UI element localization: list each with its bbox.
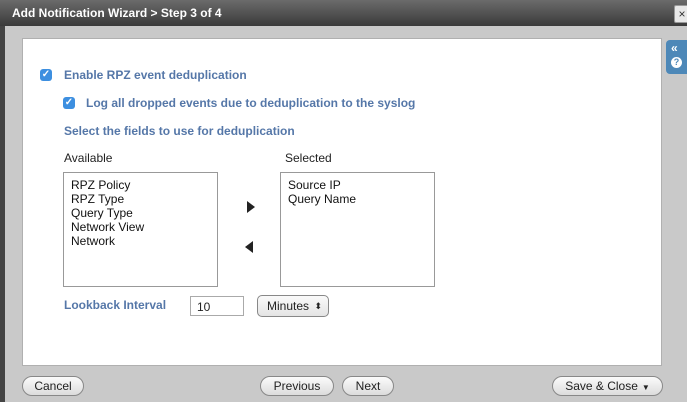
window-titlebar: Add Notification Wizard > Step 3 of 4	[0, 0, 687, 26]
list-item[interactable]: Query Type	[71, 206, 217, 220]
move-right-icon[interactable]	[247, 201, 255, 213]
list-item[interactable]: Query Name	[288, 192, 434, 206]
save-close-button[interactable]: Save & Close ▼	[552, 376, 663, 396]
window-title: Add Notification Wizard > Step 3 of 4	[12, 6, 222, 20]
list-item[interactable]: RPZ Type	[71, 192, 217, 206]
lookback-unit-value: Minutes	[267, 299, 310, 313]
move-left-icon[interactable]	[245, 241, 253, 253]
side-panel-toggle[interactable]: « ?	[666, 40, 687, 74]
next-button[interactable]: Next	[342, 376, 394, 396]
left-edge	[0, 26, 5, 402]
fields-heading: Select the fields to use for deduplicati…	[64, 124, 295, 138]
select-caret-icon: ⬍	[314, 301, 322, 311]
help-icon[interactable]: ?	[671, 57, 682, 68]
available-label: Available	[64, 151, 113, 165]
log-dropped-checkbox[interactable]: ✓	[63, 97, 75, 109]
cancel-button[interactable]: Cancel	[22, 376, 84, 396]
close-icon[interactable]: ×	[674, 5, 687, 23]
previous-button[interactable]: Previous	[260, 376, 334, 396]
save-close-label: Save & Close	[565, 379, 638, 393]
list-item[interactable]: RPZ Policy	[71, 178, 217, 192]
enable-dedup-checkbox[interactable]: ✓	[40, 69, 52, 81]
list-item[interactable]: Network	[71, 234, 217, 248]
lookback-label: Lookback Interval	[64, 298, 167, 312]
wizard-window: Add Notification Wizard > Step 3 of 4 × …	[0, 0, 687, 402]
available-list[interactable]: RPZ Policy RPZ Type Query Type Network V…	[63, 172, 218, 287]
collapse-icon[interactable]: «	[671, 41, 678, 55]
log-dropped-label: Log all dropped events due to deduplicat…	[86, 96, 416, 110]
lookback-unit-select[interactable]: Minutes ⬍	[257, 295, 329, 317]
dropdown-caret-icon: ▼	[641, 383, 650, 392]
selected-label: Selected	[285, 151, 332, 165]
lookback-value-input[interactable]: 10	[190, 296, 244, 316]
list-item[interactable]: Source IP	[288, 178, 434, 192]
list-item[interactable]: Network View	[71, 220, 217, 234]
selected-list[interactable]: Source IP Query Name	[280, 172, 435, 287]
enable-dedup-label: Enable RPZ event deduplication	[64, 68, 247, 82]
